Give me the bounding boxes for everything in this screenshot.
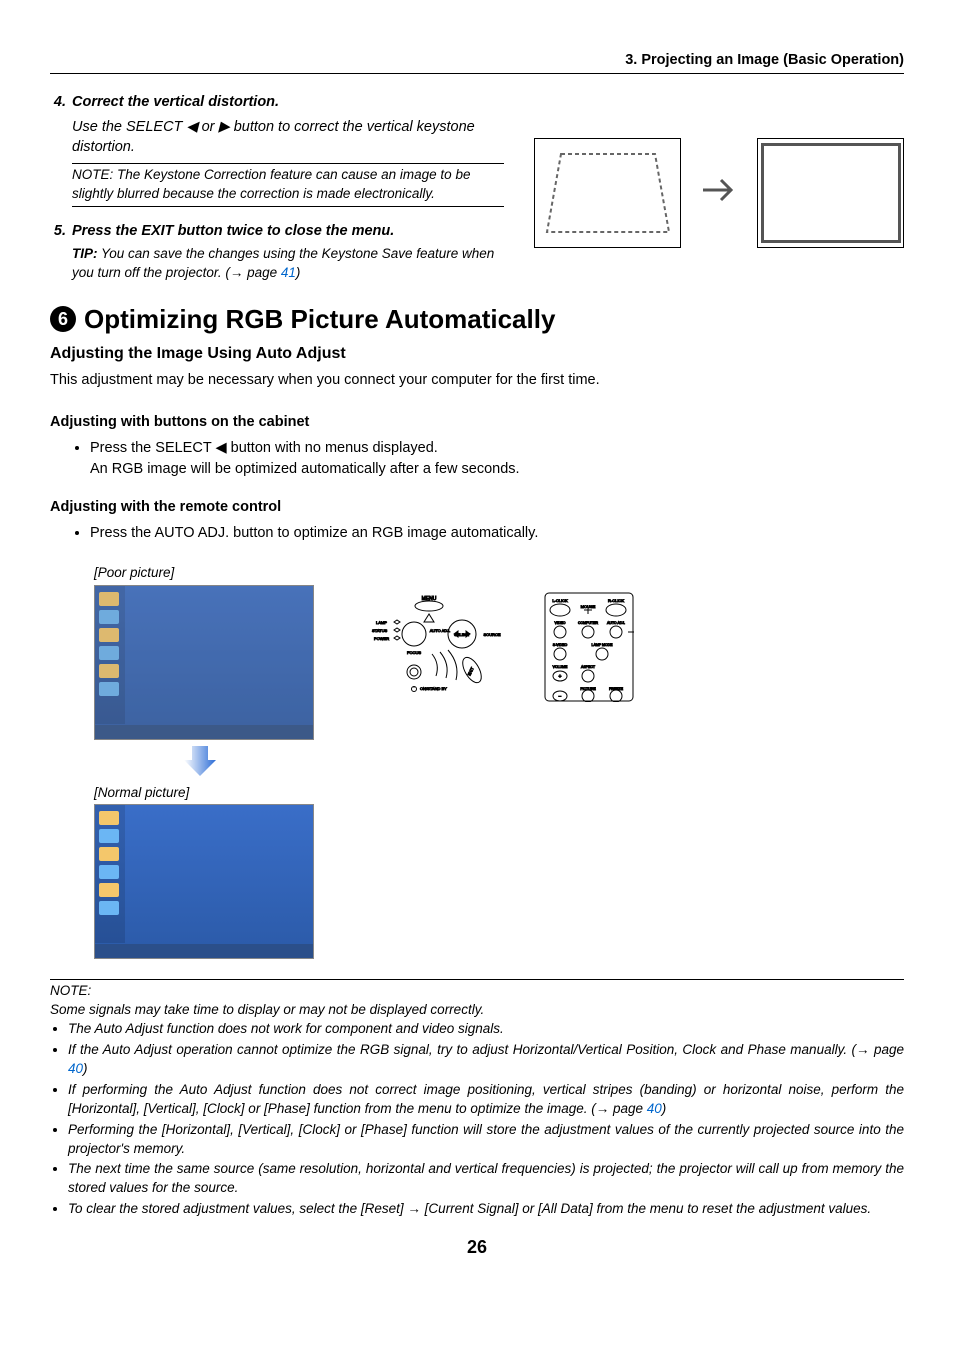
keystone-before-icon — [534, 138, 681, 248]
svg-text:AUTO ADJ.: AUTO ADJ. — [430, 628, 451, 633]
note-item: To clear the stored adjustment values, s… — [68, 1200, 904, 1219]
cabinet-bullet: Press the SELECT ◀ button with no menus … — [90, 438, 904, 479]
svg-text:S-VIDEO: S-VIDEO — [553, 643, 568, 647]
section6-intro: This adjustment may be necessary when yo… — [50, 370, 904, 390]
step5-tip: TIP: You can save the changes using the … — [72, 245, 504, 283]
svg-text:ON/STAND BY: ON/STAND BY — [420, 686, 447, 691]
svg-text:FOCUS: FOCUS — [407, 650, 421, 655]
page-number: 26 — [50, 1235, 904, 1260]
section6-subheading: Adjusting the Image Using Auto Adjust — [50, 343, 904, 365]
notes-label: NOTE: — [50, 982, 904, 1001]
section6-heading: 6 Optimizing RGB Picture Automatically — [50, 301, 904, 337]
keystone-diagram — [534, 92, 904, 283]
step4-title: 4. Correct the vertical distortion. — [50, 92, 504, 112]
caption-normal: [Normal picture] — [94, 784, 314, 803]
svg-text:STATUS: STATUS — [372, 628, 388, 633]
svg-text:EXIT: EXIT — [466, 665, 475, 676]
svg-text:SELECT: SELECT — [454, 632, 470, 637]
svg-text:VIDEO: VIDEO — [555, 621, 566, 625]
svg-text:AUTO ADJ.: AUTO ADJ. — [607, 621, 625, 625]
normal-picture-image — [94, 804, 314, 959]
svg-text:−: − — [559, 694, 562, 700]
svg-text:ASPECT: ASPECT — [581, 665, 596, 669]
caption-poor: [Poor picture] — [94, 564, 314, 583]
page-link-40[interactable]: 40 — [68, 1061, 83, 1076]
notes-section: NOTE: Some signals may take time to disp… — [50, 982, 904, 1219]
page-link-41[interactable]: 41 — [281, 265, 296, 280]
section-number-icon: 6 — [50, 306, 76, 332]
svg-text:POWER: POWER — [374, 636, 389, 641]
keystone-after-icon — [757, 138, 904, 248]
step4-note: NOTE: The Keystone Correction feature ca… — [72, 163, 504, 207]
page-link-40[interactable]: 40 — [647, 1101, 662, 1116]
step5-title: 5. Press the EXIT button twice to close … — [50, 221, 504, 241]
note-item: The next time the same source (same reso… — [68, 1160, 904, 1198]
svg-text:VOLUME: VOLUME — [553, 665, 568, 669]
poor-picture-image — [94, 585, 314, 740]
remote-heading: Adjusting with the remote control — [50, 497, 904, 517]
step4-body: Use the SELECT ◀ or ▶ button to correct … — [50, 117, 504, 158]
arrow-down-icon — [182, 740, 218, 782]
svg-text:LAMP: LAMP — [376, 620, 387, 625]
section-header: 3. Projecting an Image (Basic Operation) — [50, 50, 904, 74]
note-item: If performing the Auto Adjust function d… — [68, 1081, 904, 1119]
notes-intro: Some signals may take time to display or… — [50, 1001, 904, 1020]
svg-text:R-CLICK: R-CLICK — [608, 598, 624, 603]
note-item: Performing the [Horizontal], [Vertical],… — [68, 1121, 904, 1159]
svg-text:L-CLICK: L-CLICK — [552, 598, 568, 603]
svg-text:LAMP MODE: LAMP MODE — [592, 643, 614, 647]
svg-text:+: + — [559, 674, 562, 680]
note-item: The Auto Adjust function does not work f… — [68, 1020, 904, 1039]
arrow-right-icon — [699, 170, 739, 216]
cabinet-heading: Adjusting with buttons on the cabinet — [50, 412, 904, 432]
note-item: If the Auto Adjust operation cannot opti… — [68, 1041, 904, 1079]
projector-panel-diagram: MENU LAMP STATUS POWER FOCUS AUTO ADJ. S… — [354, 592, 504, 708]
remote-control-diagram: L-CLICK R-CLICK MOUSE VIDEO COMPUTER AUT… — [544, 592, 634, 708]
remote-bullet: Press the AUTO ADJ. button to optimize a… — [90, 523, 904, 543]
svg-text:COMPUTER: COMPUTER — [578, 621, 599, 625]
svg-text:SOURCE: SOURCE — [483, 632, 500, 637]
